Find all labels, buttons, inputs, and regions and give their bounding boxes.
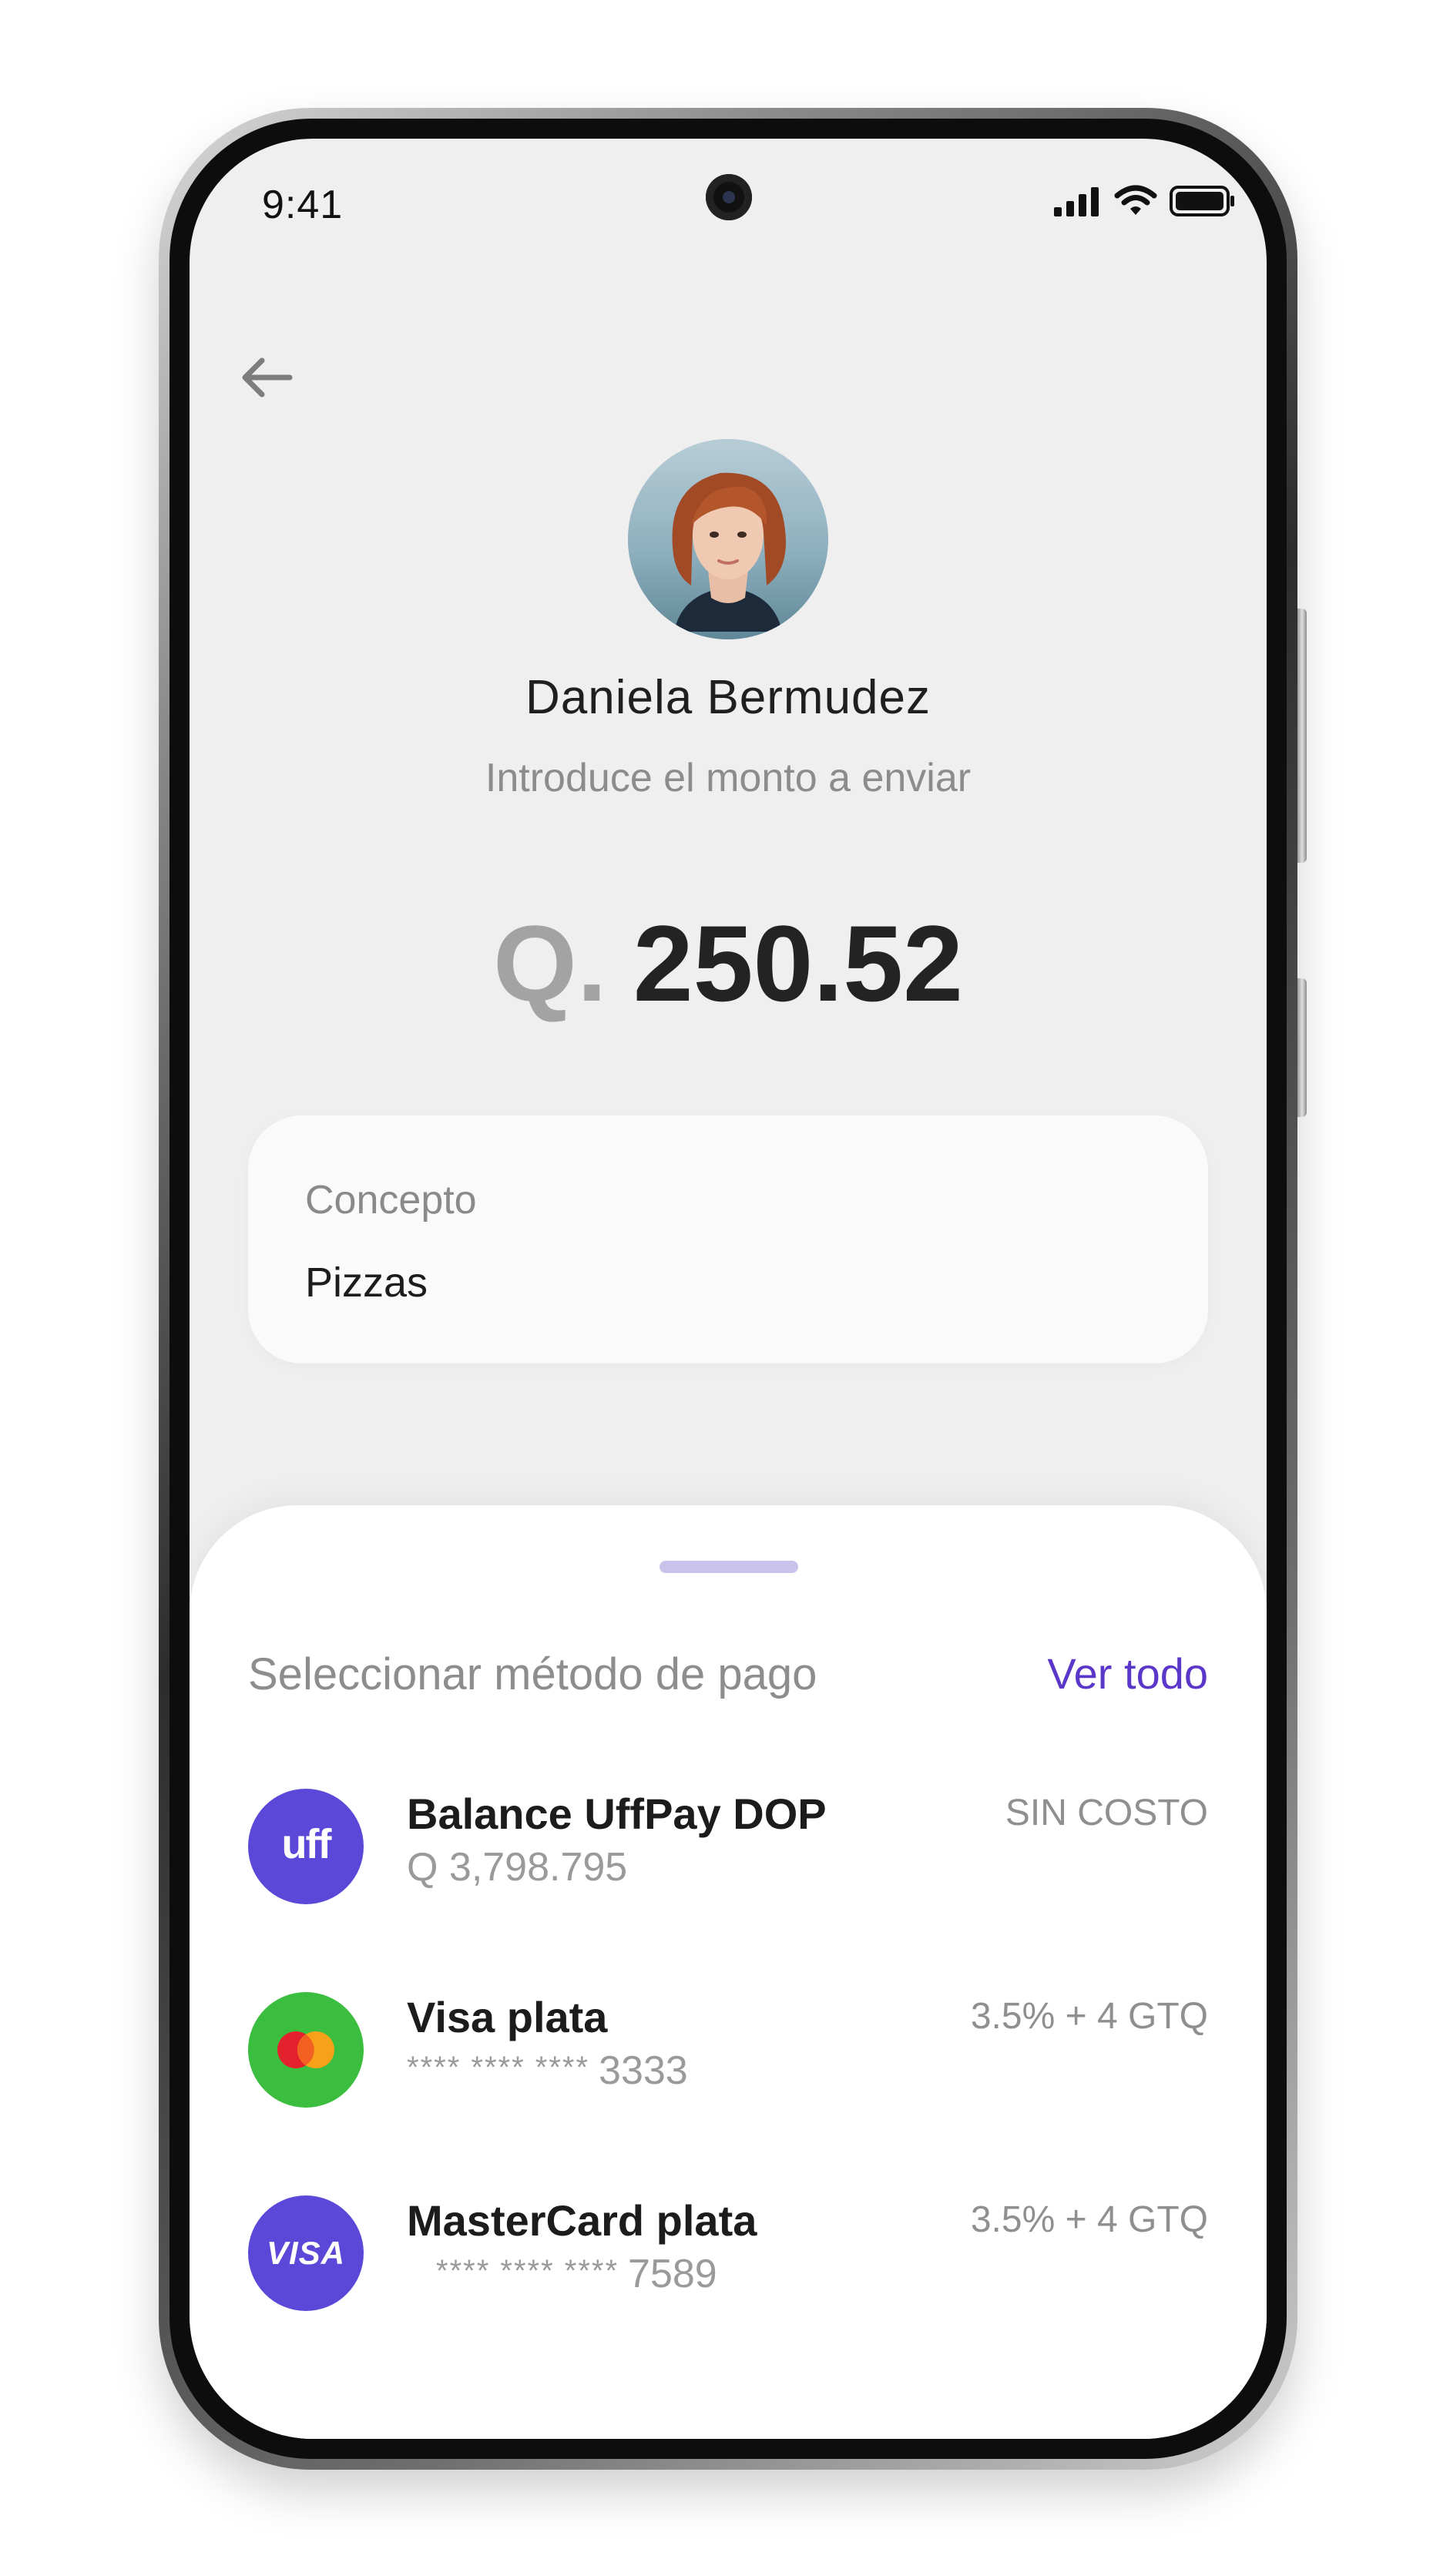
- sheet-title: Seleccionar método de pago: [248, 1649, 817, 1699]
- amount-currency: Q.: [493, 903, 607, 1024]
- card-last4: 3333: [599, 2048, 688, 2093]
- avatar-photo: [628, 439, 828, 639]
- concept-field[interactable]: Concepto Pizzas: [248, 1115, 1208, 1363]
- concept-label: Concepto: [305, 1178, 477, 1223]
- amount-value: 250.52: [633, 903, 963, 1024]
- mastercard-circles-icon: [277, 2031, 334, 2068]
- payment-method-mastercard-plata[interactable]: VISA MasterCard plata **** **** **** 7589…: [248, 2195, 1208, 2319]
- mastercard-logo-icon: [248, 1992, 364, 2108]
- uff-logo-text: uff: [281, 1821, 332, 1867]
- method-fee: SIN COSTO: [1005, 1793, 1208, 1833]
- amount-prompt: Introduce el monto a enviar: [485, 756, 972, 800]
- payment-method-sheet: Seleccionar método de pago Ver todo uff …: [190, 1505, 1267, 2439]
- amount-display[interactable]: Q. 250.52: [190, 901, 1267, 1026]
- method-name: MasterCard plata: [407, 2196, 757, 2245]
- method-name: Balance UffPay DOP: [407, 1789, 827, 1838]
- volume-button: [1297, 609, 1307, 863]
- concept-value[interactable]: Pizzas: [305, 1259, 428, 1306]
- method-name: Visa plata: [407, 1993, 608, 2041]
- battery-icon: [1170, 186, 1234, 216]
- visa-logo-icon: VISA: [248, 2195, 364, 2311]
- card-mask: **** **** ****: [436, 2254, 619, 2288]
- contact-avatar: [628, 439, 828, 639]
- see-all-link[interactable]: Ver todo: [1047, 1649, 1208, 1699]
- status-time: 9:41: [262, 183, 344, 227]
- card-mask: **** **** ****: [407, 2051, 590, 2085]
- wifi-icon: [1114, 185, 1157, 215]
- visa-logo-text: VISA: [266, 2235, 346, 2271]
- back-button[interactable]: [236, 347, 297, 408]
- method-fee: 3.5% + 4 GTQ: [970, 1996, 1208, 2037]
- sheet-drag-handle[interactable]: [660, 1561, 798, 1573]
- signal-icon: [1054, 187, 1099, 216]
- power-button: [1297, 978, 1307, 1117]
- method-balance: Q 3,798.795: [407, 1845, 628, 1890]
- uff-logo-icon: uff: [248, 1789, 364, 1904]
- method-fee: 3.5% + 4 GTQ: [970, 2199, 1208, 2240]
- phone-screen: 9:41 Daniela Bermudez Introduce el monto…: [190, 139, 1267, 2439]
- front-camera: [706, 174, 752, 220]
- method-card-number: **** **** **** 7589: [436, 2251, 717, 2297]
- payment-method-visa-plata[interactable]: Visa plata **** **** **** 3333 3.5% + 4 G…: [248, 1992, 1208, 2115]
- arrow-left-icon: [242, 357, 293, 397]
- payment-method-uffpay[interactable]: uff Balance UffPay DOP Q 3,798.795 SIN C…: [248, 1789, 1208, 1912]
- status-icons: [1054, 185, 1236, 217]
- contact-name: Daniela Bermudez: [525, 671, 931, 724]
- method-card-number: **** **** **** 3333: [407, 2048, 688, 2094]
- card-last4: 7589: [628, 2252, 717, 2296]
